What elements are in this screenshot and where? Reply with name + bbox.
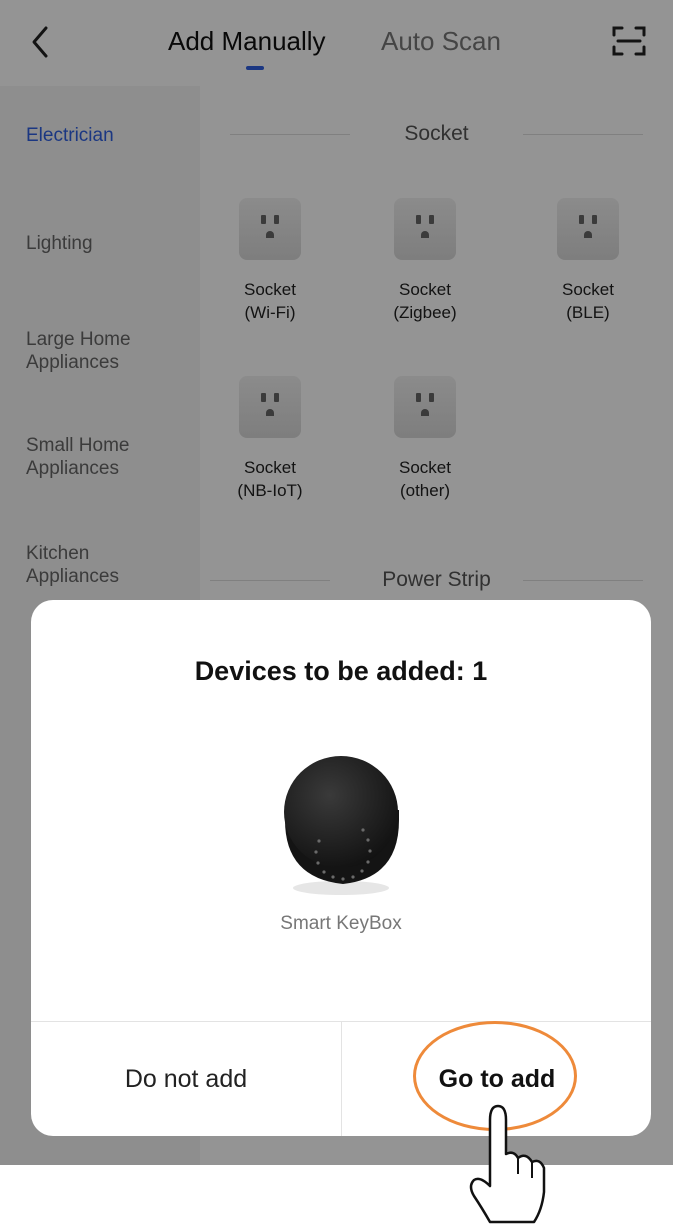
do-not-add-button[interactable]: Do not add (31, 1022, 341, 1136)
device-name: Smart KeyBox (280, 913, 402, 934)
smart-keybox-image (284, 756, 399, 895)
dialog-title: Devices to be added: 1 (194, 656, 488, 686)
pointing-hand-icon (469, 1104, 546, 1224)
